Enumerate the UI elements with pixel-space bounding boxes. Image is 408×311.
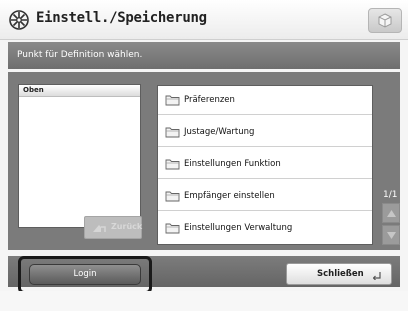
triangle-up-icon [387,210,396,217]
folder-icon [165,95,180,106]
login-button[interactable]: Login [29,264,141,285]
login-highlight: Login [18,256,152,294]
settings-shortcut-button[interactable] [368,8,402,33]
page-indicator: 1/1 [383,190,398,200]
list-item-label: Einstellungen Funktion [184,159,281,169]
folder-icon [165,223,180,234]
footer-strip [0,291,408,311]
up-level-label: Zurück [111,222,143,231]
instruction-bar: Punkt für Definition wählen. [8,42,400,69]
folder-icon [165,159,180,170]
scroll-up-button[interactable] [382,203,400,223]
close-button-label: Schließen [317,269,364,279]
list-item-recipient-settings[interactable]: Empfänger einstellen [158,182,372,211]
folder-icon [165,191,180,202]
list-item-label: Präferenzen [184,95,235,105]
list-item-management-settings[interactable]: Einstellungen Verwaltung [158,214,372,243]
list-item-adjustment[interactable]: Justage/Wartung [158,118,372,147]
settings-list: Präferenzen Justage/Wartung Einstellunge… [157,85,373,245]
path-panel-header: Oben [19,85,140,97]
path-panel: Oben [18,84,141,228]
folder-icon [165,127,180,138]
triangle-down-icon [387,232,396,239]
list-item-label: Einstellungen Verwaltung [184,223,293,233]
list-item-label: Justage/Wartung [184,127,255,137]
return-arrow-icon [373,272,381,280]
list-item-preferences[interactable]: Präferenzen [158,86,372,115]
up-level-button[interactable]: Zurück [84,216,142,239]
close-button[interactable]: Schließen [286,263,392,285]
settings-registration-screen: Einstell./Speicherung Punkt für Definiti… [0,0,408,311]
scroll-down-button[interactable] [382,225,400,245]
cube-icon [378,13,392,28]
title-bar: Einstell./Speicherung [0,0,408,40]
up-arrow-icon [93,225,106,232]
list-item-function-settings[interactable]: Einstellungen Funktion [158,150,372,179]
list-item-label: Empfänger einstellen [184,191,275,201]
page-title: Einstell./Speicherung [36,10,207,26]
settings-star-icon [9,10,29,30]
content-area: Oben Zurück Präferenzen Justage/Wartung … [8,72,400,250]
